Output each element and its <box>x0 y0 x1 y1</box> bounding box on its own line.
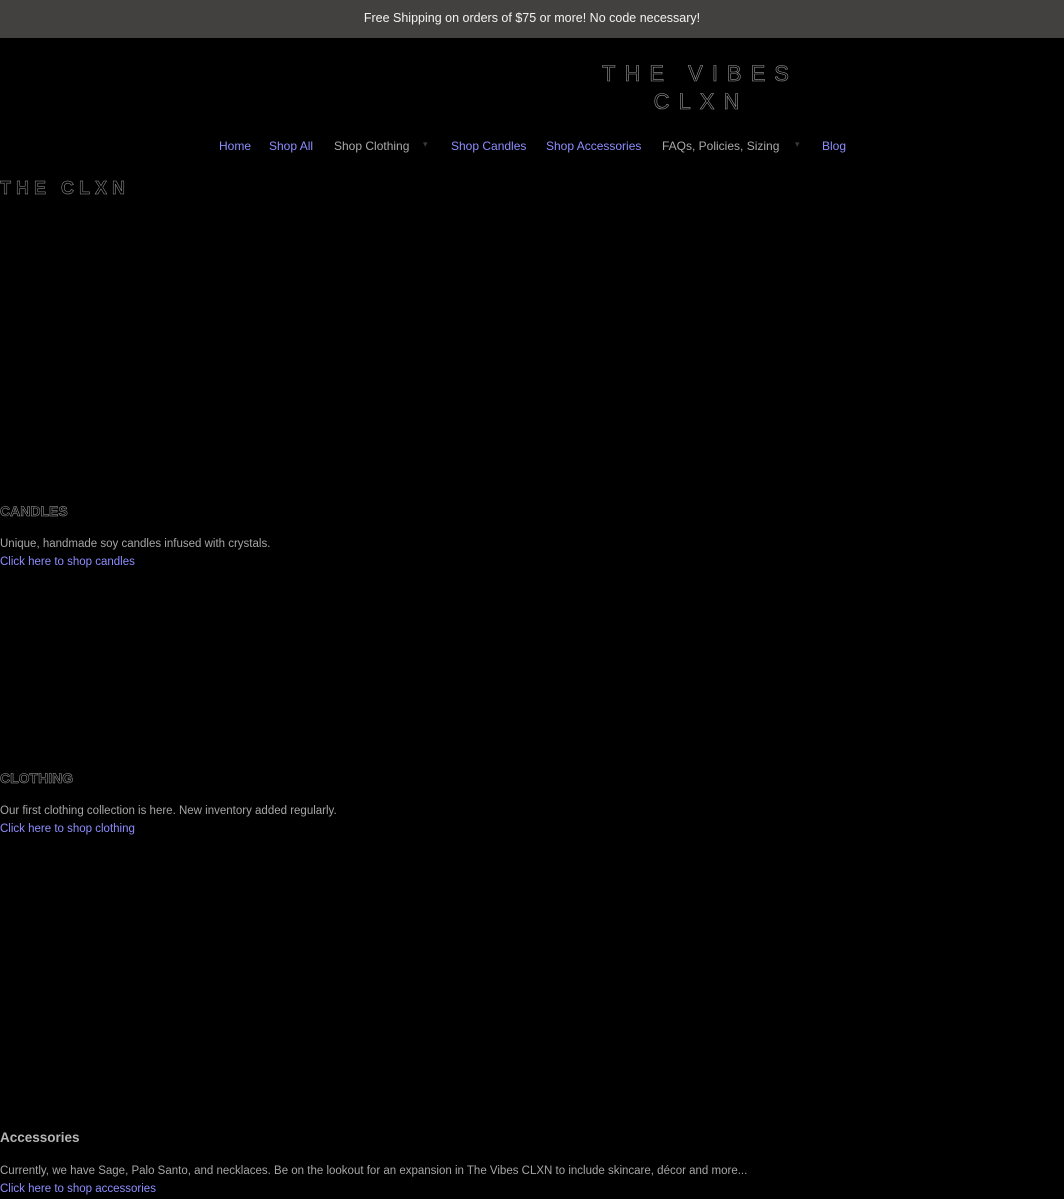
clothing-title: CLOTHING <box>0 770 74 787</box>
nav-home[interactable]: Home <box>219 139 251 153</box>
announcement-bar: Free Shipping on orders of $75 or more! … <box>0 0 1064 38</box>
main-navigation: Home Shop All Shop Clothing ▾ Shop Candl… <box>0 139 1064 157</box>
accessories-description: Currently, we have Sage, Palo Santo, and… <box>0 1165 748 1177</box>
candles-title: CANDLES <box>0 503 68 520</box>
logo-line-2: CLXN <box>653 89 749 115</box>
nav-blog[interactable]: Blog <box>822 139 846 153</box>
hero-title: THE CLXN <box>0 178 130 199</box>
chevron-down-icon[interactable]: ▾ <box>795 139 800 150</box>
nav-faqs-policies-sizing[interactable]: FAQs, Policies, Sizing <box>662 139 779 153</box>
logo-line-1: THE VIBES <box>602 61 798 87</box>
nav-shop-all[interactable]: Shop All <box>269 139 313 153</box>
chevron-down-icon[interactable]: ▾ <box>423 139 428 150</box>
shop-accessories-link[interactable]: Click here to shop accessories <box>0 1183 156 1195</box>
page: Free Shipping on orders of $75 or more! … <box>0 0 1064 1199</box>
shop-candles-link[interactable]: Click here to shop candles <box>0 556 135 568</box>
accessories-title: Accessories <box>0 1130 80 1145</box>
clothing-description: Our first clothing collection is here. N… <box>0 805 337 817</box>
site-logo[interactable]: THE VIBES CLXN <box>600 60 800 116</box>
nav-shop-clothing[interactable]: Shop Clothing <box>334 139 409 153</box>
announcement-text: Free Shipping on orders of $75 or more! … <box>363 11 701 25</box>
nav-shop-candles[interactable]: Shop Candles <box>451 139 526 153</box>
shop-clothing-link[interactable]: Click here to shop clothing <box>0 823 135 835</box>
nav-shop-accessories[interactable]: Shop Accessories <box>546 139 641 153</box>
candles-description: Unique, handmade soy candles infused wit… <box>0 538 271 550</box>
